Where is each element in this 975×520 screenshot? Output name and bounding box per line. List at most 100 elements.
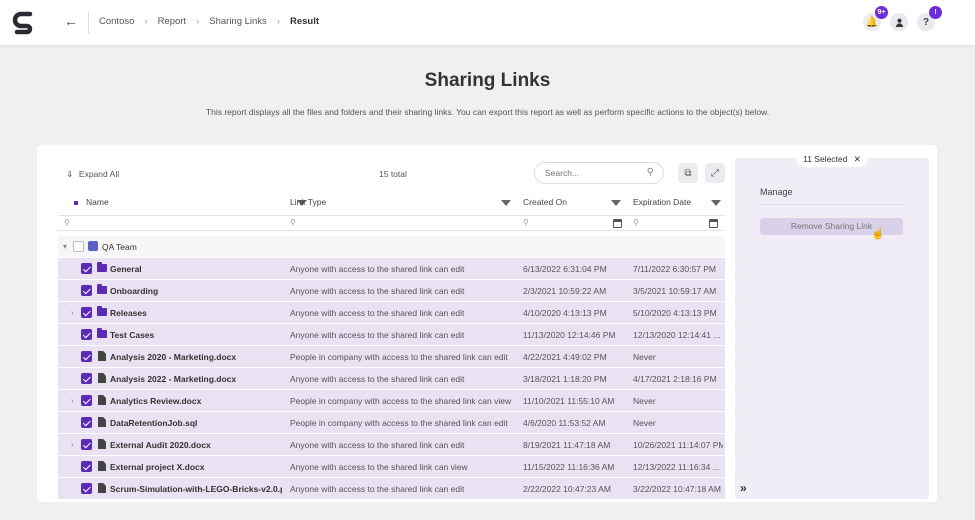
row-created-on: 4/6/2020 11:53:52 AM <box>523 418 606 428</box>
column-header-created-on[interactable]: Created On <box>523 197 625 214</box>
filter-icon[interactable] <box>501 200 511 206</box>
export-icon: ⧉ <box>684 167 692 179</box>
column-name-label: Name <box>86 197 109 207</box>
column-header-name[interactable]: Name <box>74 197 311 214</box>
row-name[interactable]: Analytics Review.docx <box>110 396 282 406</box>
filter-row: ⚲ ⚲ ⚲ ⚲ <box>58 215 725 231</box>
total-count: 15 total <box>379 169 407 179</box>
breadcrumb-item[interactable]: Contoso <box>99 16 134 27</box>
expand-all-button[interactable]: ⇓ Expand All <box>66 169 119 180</box>
row-checkbox[interactable] <box>81 285 92 296</box>
chevron-right-icon[interactable]: › <box>71 308 74 317</box>
calendar-icon[interactable] <box>613 219 622 228</box>
expiration-filter-search-icon[interactable]: ⚲ <box>633 218 639 227</box>
folder-icon <box>97 284 107 294</box>
app-logo[interactable] <box>12 11 36 35</box>
table-row[interactable]: Analysis 2022 - Marketing.docx Anyone wit… <box>58 368 725 390</box>
row-name[interactable]: Analysis 2020 - Marketing.docx <box>110 352 282 362</box>
row-name[interactable]: DataRetentionJob.sql <box>110 418 282 428</box>
folder-icon <box>97 262 107 272</box>
row-link-type: Anyone with access to the shared link ca… <box>290 440 465 450</box>
folder-icon <box>97 306 107 316</box>
row-name[interactable]: Analysis 2022 - Marketing.docx <box>110 374 282 384</box>
row-checkbox[interactable] <box>81 395 92 406</box>
row-checkbox[interactable] <box>81 307 92 318</box>
chevron-right-icon[interactable]: › <box>71 396 74 405</box>
table-row[interactable]: General Anyone with access to the shared … <box>58 258 725 280</box>
row-expiration-date: 7/11/2022 6:30:57 PM <box>633 264 717 274</box>
user-menu-button[interactable] <box>890 13 908 31</box>
collapse-panel-icon[interactable]: » <box>740 481 747 495</box>
row-name[interactable]: External Audit 2020.docx <box>110 440 282 450</box>
table-row[interactable]: Onboarding Anyone with access to the shar… <box>58 280 725 302</box>
row-name[interactable]: Releases <box>110 308 282 318</box>
chevron-down-icon[interactable]: ▾ <box>63 242 67 251</box>
row-checkbox[interactable] <box>81 263 92 274</box>
created-filter-search-icon[interactable]: ⚲ <box>523 218 529 227</box>
row-link-type: Anyone with access to the shared link ca… <box>290 286 465 296</box>
column-header-expiration-date[interactable]: Expiration Date <box>633 197 725 214</box>
help-button[interactable]: ? ! <box>917 6 942 31</box>
filter-icon[interactable] <box>711 200 721 206</box>
table-row[interactable]: › Analytics Review.docx People in company … <box>58 390 725 412</box>
close-icon[interactable]: ✕ <box>854 154 861 164</box>
row-name[interactable]: Onboarding <box>110 286 282 296</box>
table-row[interactable]: External project X.docx Anyone with acces… <box>58 456 725 478</box>
group-label: QA Team <box>102 242 137 252</box>
file-icon <box>98 461 106 471</box>
row-created-on: 2/22/2022 10:47:23 AM <box>523 484 611 494</box>
top-bar: ← Contoso › Report › Sharing Links › Res… <box>0 0 975 46</box>
row-checkbox[interactable] <box>81 439 92 450</box>
notifications-badge: 9+ <box>875 6 888 19</box>
table-row[interactable]: › Releases Anyone with access to the share… <box>58 302 725 324</box>
row-name[interactable]: General <box>110 264 282 274</box>
bell-icon: 🔔 <box>865 16 879 28</box>
breadcrumb-item[interactable]: Sharing Links <box>209 16 267 27</box>
row-checkbox[interactable] <box>81 329 92 340</box>
row-created-on: 11/10/2021 11:55:10 AM <box>523 396 615 406</box>
calendar-icon[interactable] <box>709 219 718 228</box>
chevron-right-icon: › <box>276 16 280 27</box>
search-input[interactable] <box>545 168 640 178</box>
row-link-type: People in company with access to the sha… <box>290 418 508 428</box>
row-checkbox[interactable] <box>81 351 92 362</box>
link-type-filter-search-icon[interactable]: ⚲ <box>290 218 296 227</box>
filter-icon[interactable] <box>611 200 621 206</box>
table-row[interactable]: Test Cases Anyone with access to the shar… <box>58 324 725 346</box>
back-arrow-icon[interactable]: ← <box>64 13 78 29</box>
page-description: This report displays all the files and f… <box>205 107 770 117</box>
table-row[interactable]: Analysis 2020 - Marketing.docx People in … <box>58 346 725 368</box>
row-expiration-date: 3/5/2021 10:59:17 AM <box>633 286 717 296</box>
row-expiration-date: 5/10/2020 4:13:13 PM <box>633 308 717 318</box>
row-created-on: 11/13/2020 12:14:46 PM <box>523 330 616 340</box>
row-name[interactable]: Test Cases <box>110 330 282 340</box>
manage-heading: Manage <box>760 187 793 197</box>
folder-icon <box>97 328 107 338</box>
row-name[interactable]: Scrum-Simulation-with-LEGO-Bricks-v2.0.p… <box>110 484 282 494</box>
export-button[interactable]: ⧉ <box>678 163 698 183</box>
file-icon <box>98 417 106 427</box>
table-row[interactable]: DataRetentionJob.sql People in company wi… <box>58 412 725 434</box>
file-icon <box>98 483 106 493</box>
row-checkbox[interactable] <box>81 373 92 384</box>
table-row[interactable]: Scrum-Simulation-with-LEGO-Bricks-v2.0.p… <box>58 478 725 500</box>
row-link-type: Anyone with access to the shared link ca… <box>290 308 465 318</box>
chevron-right-icon[interactable]: › <box>71 440 74 449</box>
table-row[interactable]: › External Audit 2020.docx Anyone with acc… <box>58 434 725 456</box>
row-name[interactable]: External project X.docx <box>110 462 282 472</box>
name-filter-search-icon[interactable]: ⚲ <box>64 218 70 227</box>
hand-cursor-icon: ☝ <box>871 228 885 240</box>
row-expiration-date: Never <box>633 396 656 406</box>
group-checkbox[interactable] <box>73 241 84 252</box>
row-expiration-date: Never <box>633 418 656 428</box>
column-header-link-type[interactable]: Link Type <box>290 197 515 214</box>
selected-count: 11 Selected <box>803 154 848 164</box>
row-checkbox[interactable] <box>81 483 92 494</box>
fullscreen-button[interactable]: ⤢ <box>705 163 725 183</box>
row-checkbox[interactable] <box>81 461 92 472</box>
search-box[interactable]: ⚲ <box>534 162 664 184</box>
row-checkbox[interactable] <box>81 417 92 428</box>
notifications-button[interactable]: 🔔 9+ <box>863 6 888 31</box>
breadcrumb-item[interactable]: Report <box>158 16 187 27</box>
group-row[interactable]: ▾ QA Team <box>58 236 725 257</box>
